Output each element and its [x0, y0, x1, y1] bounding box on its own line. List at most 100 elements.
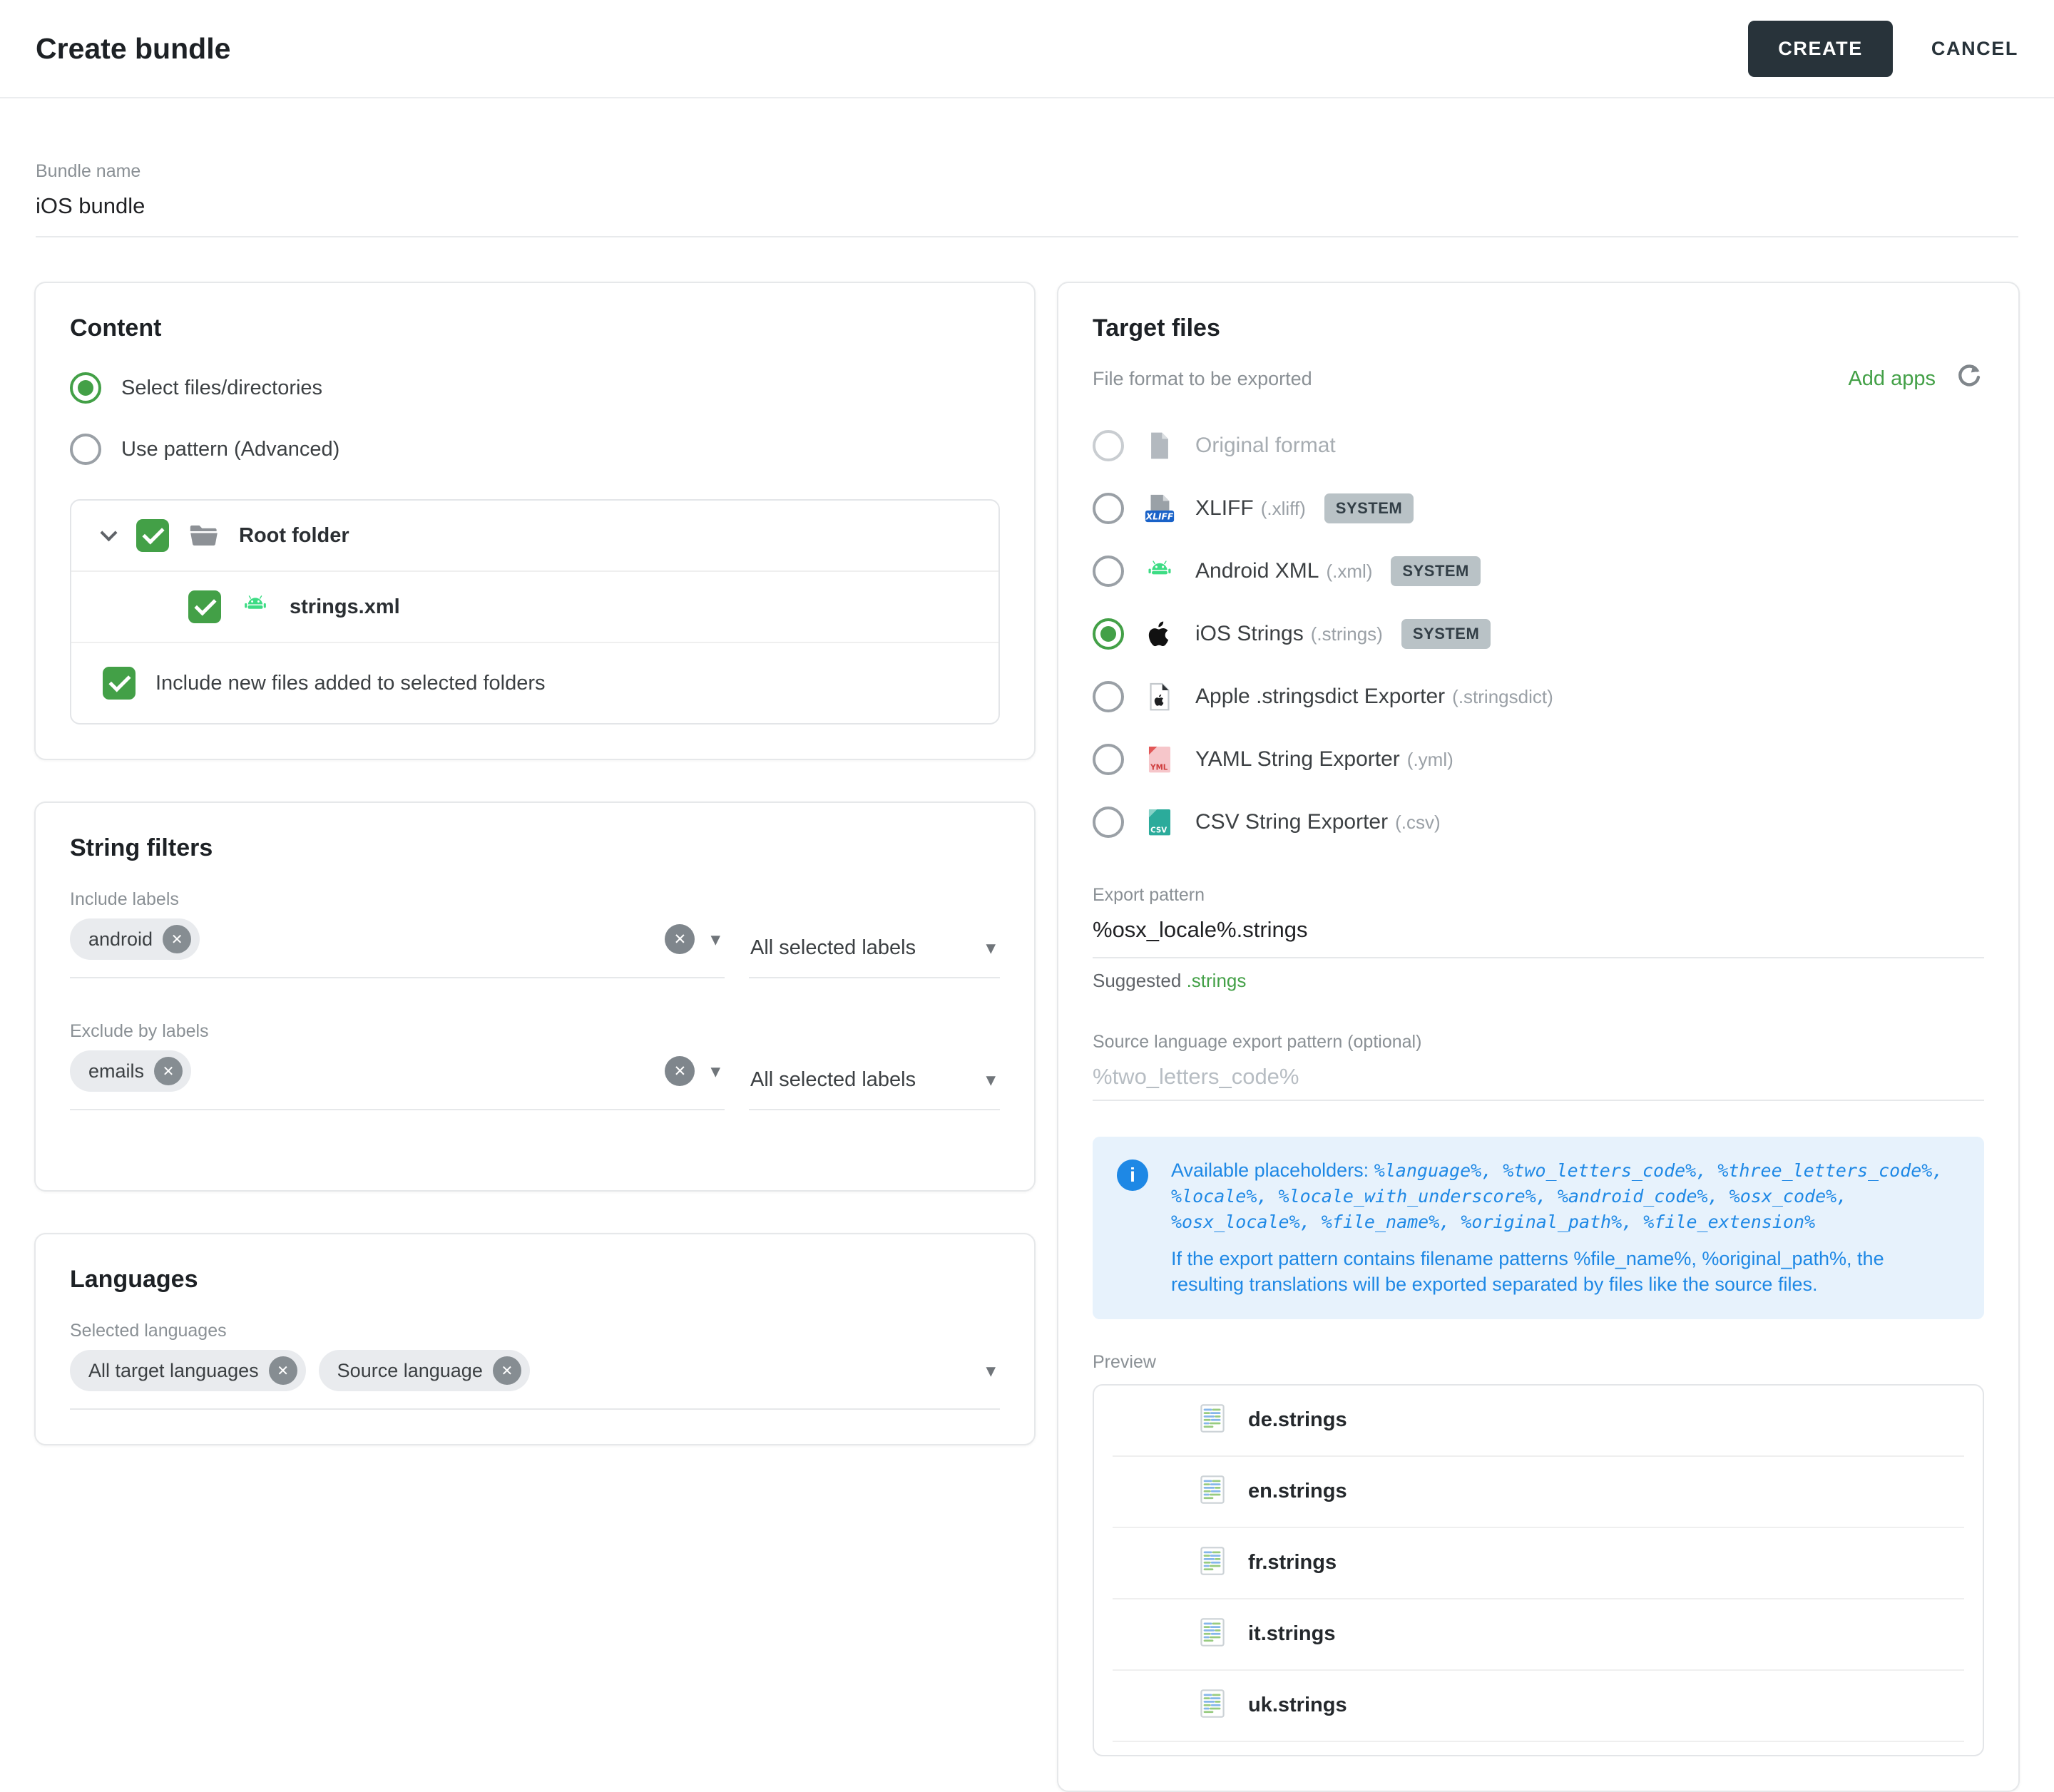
svg-text:XLIFF: XLIFF: [1145, 511, 1174, 521]
preview-file-name: uk.strings: [1248, 1694, 1347, 1717]
include-mode-select[interactable]: All selected labels ▾: [749, 928, 1000, 978]
include-new-files-checkbox[interactable]: [103, 667, 136, 700]
preview-file-name: en.strings: [1248, 1480, 1347, 1503]
exclude-labels-line: emails ✕ ✕ ▾ All selected labels ▾: [70, 1042, 1000, 1110]
include-new-files-row[interactable]: Include new files added to selected fold…: [71, 643, 998, 723]
format-ext: (.xml): [1326, 560, 1372, 583]
refresh-icon[interactable]: [1954, 362, 1984, 396]
system-badge: SYSTEM: [1391, 556, 1480, 586]
export-pattern-field[interactable]: Export pattern %osx_locale%.strings: [1093, 885, 1984, 958]
exclude-dropdown-caret-icon[interactable]: ▾: [710, 1060, 720, 1082]
include-label-chip[interactable]: android ✕: [70, 918, 200, 960]
format-row-stringsdict[interactable]: Apple .stringsdict Exporter (.stringsdic…: [1093, 665, 1984, 728]
format-radio[interactable]: [1093, 744, 1124, 775]
remove-chip-icon[interactable]: ✕: [163, 925, 191, 953]
include-mode-caret-icon: ▾: [986, 937, 996, 959]
preview-row: uk.strings: [1113, 1671, 1964, 1742]
right-column: Target files File format to be exported …: [1057, 282, 2020, 1792]
string-filters-title: String filters: [70, 834, 1000, 862]
include-new-files-label: Include new files added to selected fold…: [155, 672, 546, 695]
format-radio[interactable]: [1093, 681, 1124, 712]
bundle-name-field[interactable]: Bundle name iOS bundle: [36, 161, 2018, 237]
exclude-mode-select[interactable]: All selected labels ▾: [749, 1060, 1000, 1110]
include-labels-input[interactable]: android ✕ ✕ ▾: [70, 910, 725, 978]
bundle-name-input[interactable]: iOS bundle: [36, 193, 2018, 219]
radio-use-pattern-control[interactable]: [70, 434, 101, 465]
strings-file-icon: [1197, 1688, 1228, 1723]
languages-title: Languages: [70, 1266, 1000, 1294]
format-name: Original format: [1195, 434, 1336, 458]
languages-input[interactable]: All target languages ✕ Source language ✕…: [70, 1341, 1000, 1410]
suggested-value[interactable]: .strings: [1187, 970, 1247, 991]
include-mode-value: All selected labels: [750, 936, 916, 960]
content-card: Content Select files/directories Use pat…: [34, 282, 1036, 760]
format-radio[interactable]: [1093, 807, 1124, 838]
cancel-button[interactable]: CANCEL: [1931, 38, 2018, 60]
format-radio-selected[interactable]: [1093, 618, 1124, 650]
language-chip-text: Source language: [337, 1360, 483, 1382]
tree-row-root[interactable]: Root folder: [71, 501, 998, 572]
folder-icon: [188, 519, 220, 552]
format-ext: (.csv): [1395, 811, 1441, 834]
clear-include-icon[interactable]: ✕: [665, 924, 695, 954]
format-ext: (.xliff): [1261, 498, 1306, 520]
language-chip-all-target[interactable]: All target languages ✕: [70, 1350, 306, 1391]
info-icon: i: [1117, 1159, 1148, 1191]
radio-select-files[interactable]: Select files/directories: [70, 372, 1000, 404]
preview-file-name: de.strings: [1248, 1408, 1347, 1432]
format-row-xliff[interactable]: XLIFF XLIFF (.xliff) SYSTEM: [1093, 477, 1984, 540]
android-file-icon: [240, 591, 271, 623]
exclude-labels-label: Exclude by labels: [70, 1021, 1000, 1042]
remove-chip-icon[interactable]: ✕: [493, 1356, 521, 1385]
radio-select-files-control[interactable]: [70, 372, 101, 404]
chevron-down-icon[interactable]: [100, 524, 117, 541]
root-folder-label: Root folder: [239, 524, 349, 548]
format-row-original[interactable]: Original format: [1093, 414, 1984, 477]
language-chip-source[interactable]: Source language ✕: [319, 1350, 530, 1391]
format-name: iOS Strings: [1195, 622, 1304, 646]
target-files-title: Target files: [1093, 314, 1984, 342]
languages-caret-icon[interactable]: ▾: [986, 1360, 996, 1382]
left-column: Content Select files/directories Use pat…: [34, 282, 1036, 1445]
strings-file-icon: [1197, 1474, 1228, 1509]
add-apps-link[interactable]: Add apps: [1848, 367, 1936, 391]
remove-chip-icon[interactable]: ✕: [154, 1057, 183, 1085]
header: Create bundle CREATE CANCEL: [0, 0, 2054, 98]
format-row-yaml[interactable]: YML YAML String Exporter (.yml): [1093, 728, 1984, 791]
radio-use-pattern[interactable]: Use pattern (Advanced): [70, 434, 1000, 465]
remove-chip-icon[interactable]: ✕: [269, 1356, 297, 1385]
format-row-android-xml[interactable]: Android XML (.xml) SYSTEM: [1093, 540, 1984, 603]
exclude-label-chip[interactable]: emails ✕: [70, 1050, 191, 1092]
format-radio[interactable]: [1093, 430, 1124, 461]
tree-row-file[interactable]: strings.xml: [71, 572, 998, 643]
format-header-row: File format to be exported Add apps: [1093, 362, 1984, 396]
preview-box: de.strings: [1093, 1384, 1984, 1756]
format-row-ios-strings[interactable]: iOS Strings (.strings) SYSTEM: [1093, 603, 1984, 665]
xliff-icon: XLIFF: [1143, 492, 1177, 525]
placeholders-intro: Available placeholders:: [1171, 1159, 1374, 1181]
export-pattern-label: Export pattern: [1093, 885, 1984, 906]
file-label: strings.xml: [290, 595, 400, 619]
clear-exclude-icon[interactable]: ✕: [665, 1056, 695, 1086]
preview-file-name: fr.strings: [1248, 1551, 1337, 1575]
android-icon: [1143, 555, 1177, 588]
file-checkbox[interactable]: [188, 590, 221, 623]
string-filters-card: String filters Include labels android ✕ …: [34, 802, 1036, 1192]
strings-file-icon: [1197, 1545, 1228, 1580]
format-radio[interactable]: [1093, 555, 1124, 587]
exclude-labels-input[interactable]: emails ✕ ✕ ▾: [70, 1042, 725, 1110]
include-labels-label: Include labels: [70, 889, 1000, 910]
source-pattern-input[interactable]: %two_letters_code%: [1093, 1064, 1984, 1090]
export-pattern-input[interactable]: %osx_locale%.strings: [1093, 917, 1984, 943]
source-pattern-field[interactable]: %two_letters_code%: [1093, 1064, 1984, 1101]
format-row-csv[interactable]: CSV CSV String Exporter (.csv): [1093, 791, 1984, 854]
include-dropdown-caret-icon[interactable]: ▾: [710, 928, 720, 951]
target-files-card: Target files File format to be exported …: [1057, 282, 2020, 1792]
format-ext: (.strings): [1311, 623, 1383, 645]
format-radio[interactable]: [1093, 493, 1124, 524]
format-name: Android XML: [1195, 559, 1319, 583]
create-button[interactable]: CREATE: [1748, 21, 1893, 77]
strings-file-icon: [1197, 1403, 1228, 1438]
root-folder-checkbox[interactable]: [136, 519, 169, 552]
format-name: XLIFF: [1195, 496, 1254, 521]
